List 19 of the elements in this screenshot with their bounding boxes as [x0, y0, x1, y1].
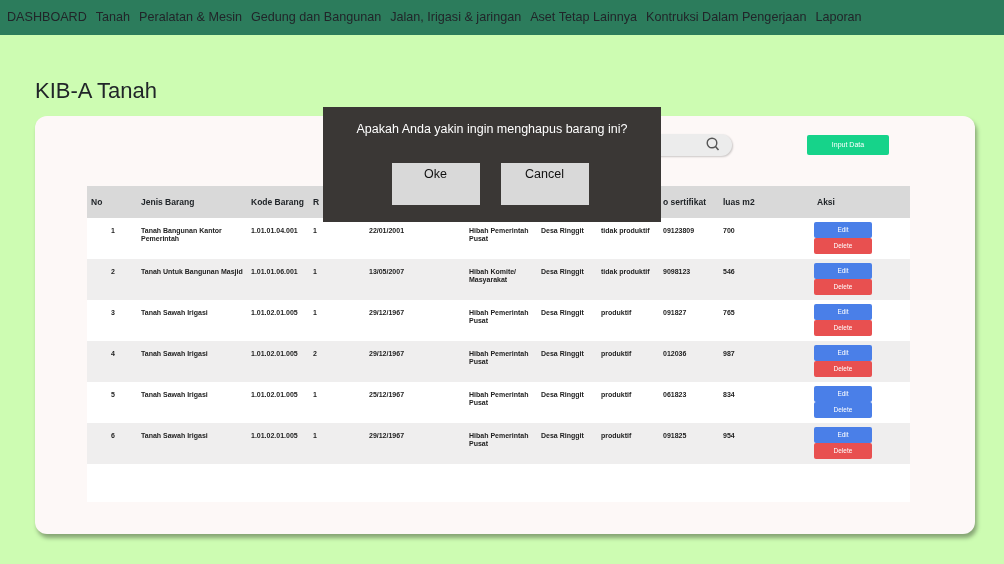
nav-link-item[interactable]: Tanah [95, 8, 131, 27]
ok-button[interactable]: Oke [391, 162, 480, 205]
nav-link-item[interactable]: Kontruksi Dalam Pengerjaan [646, 8, 807, 27]
dialog-message: Apakah Anda yakin ingin menghapus barang ini? [355, 121, 629, 138]
cancel-button[interactable]: Cancel [500, 162, 589, 205]
column-header: Kode Barang [247, 186, 309, 218]
nav-link-item[interactable]: DASHBOARD [7, 8, 87, 27]
nav-link-item[interactable]: Aset Tetap Lainnya [530, 8, 638, 27]
search-icon [706, 137, 720, 152]
nav-link-item[interactable]: Laporan [815, 8, 862, 27]
column-header: Aksi [787, 186, 910, 218]
column-header: luas m2 [719, 186, 787, 218]
column-header: o sertifikat [659, 186, 719, 218]
nav-link-item[interactable]: Peralatan & Mesin [139, 8, 242, 27]
column-header: No [87, 186, 137, 218]
page-title: KIB-A Tanah [35, 78, 157, 104]
nav-link-item[interactable]: Jalan, Irigasi & jaringan [390, 8, 522, 27]
nav-link-item[interactable]: Gedung dan Bangunan [251, 8, 382, 27]
column-header: Jenis Barang [137, 186, 247, 218]
